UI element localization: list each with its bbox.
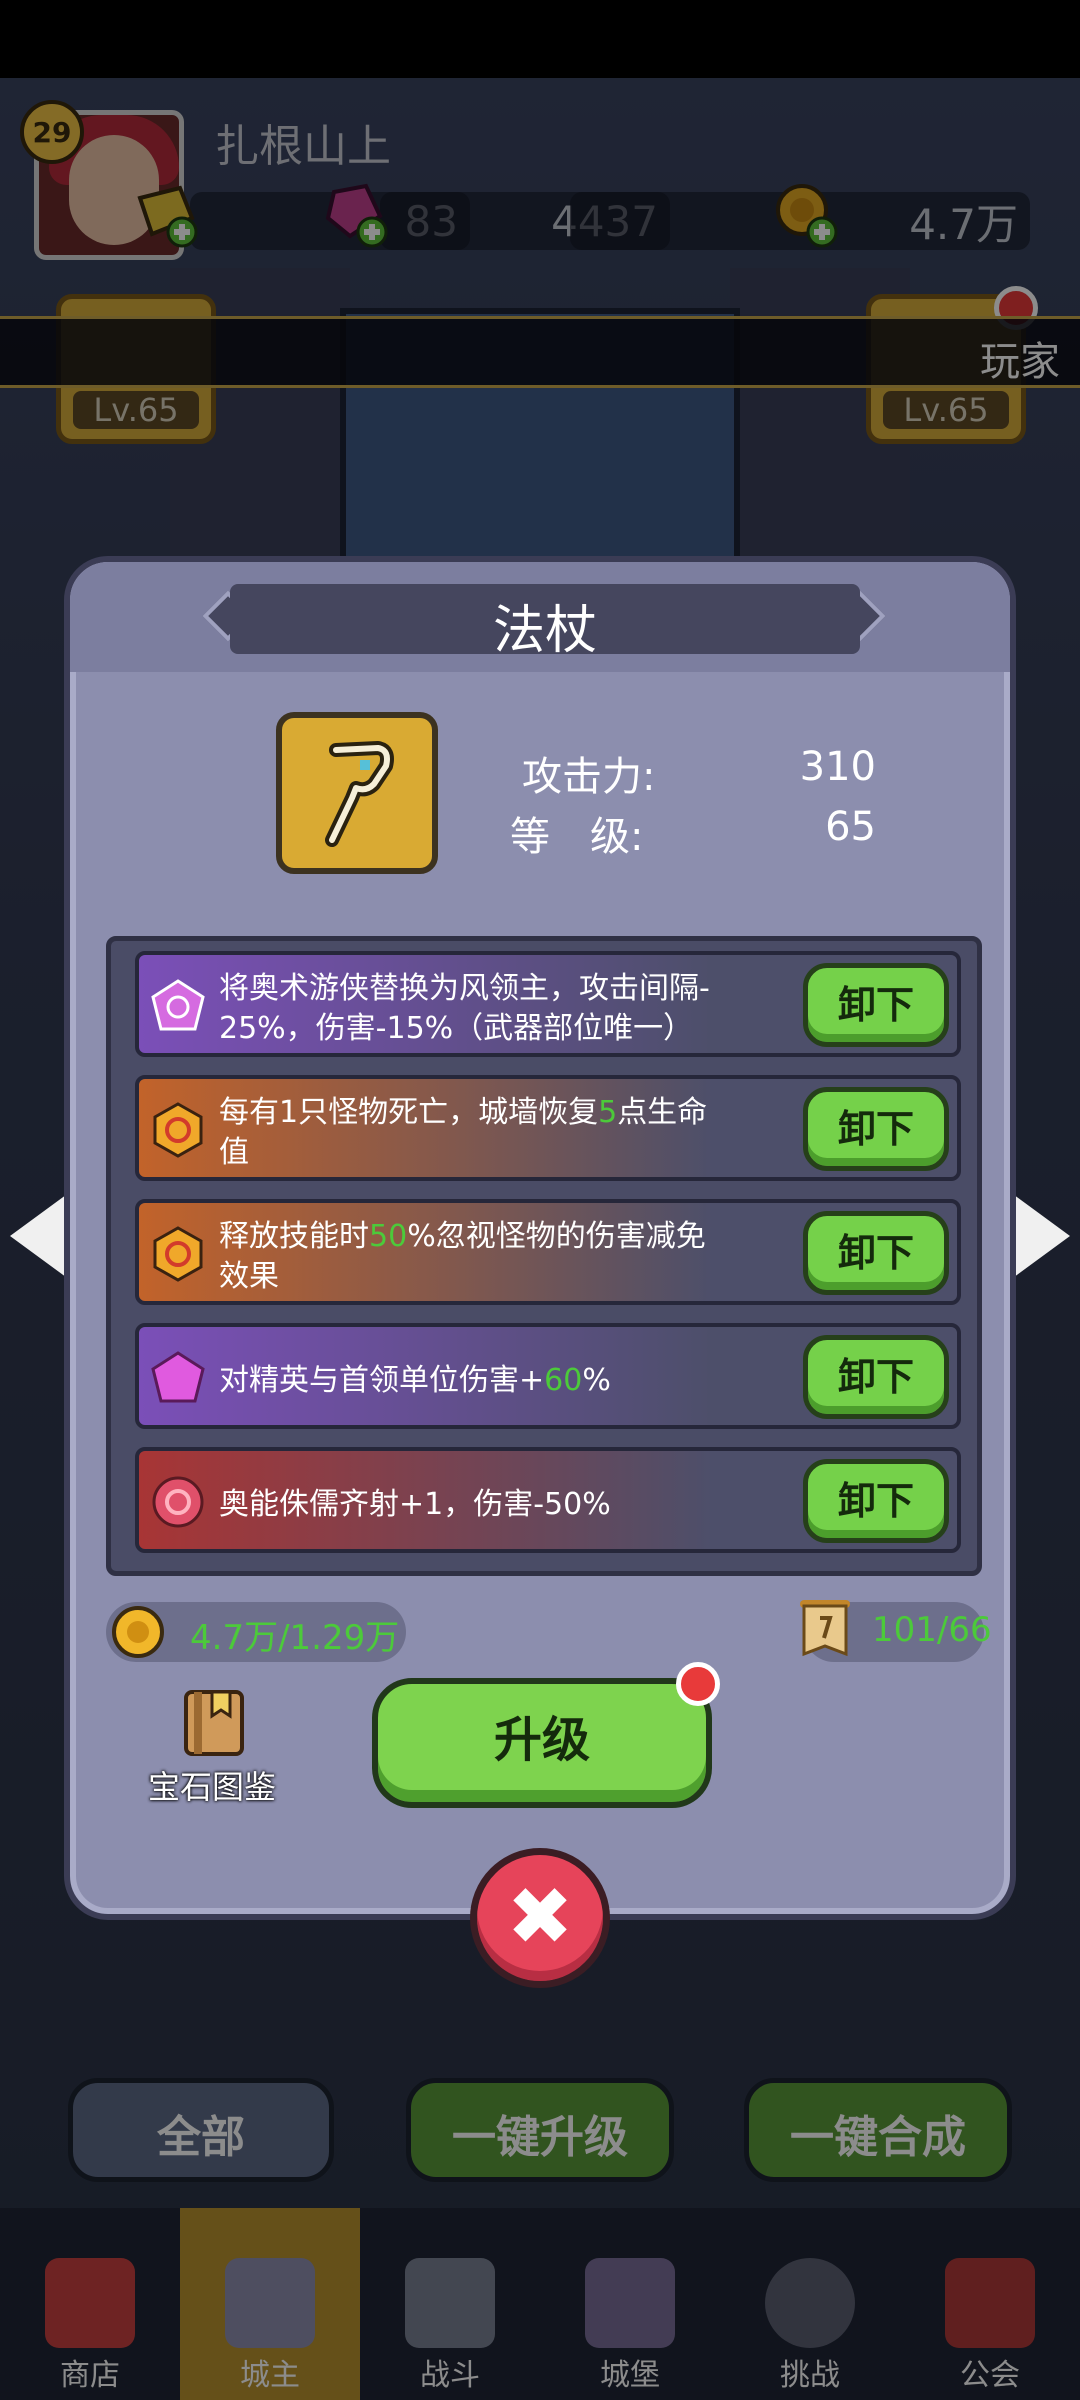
purple-pentagon-gem-icon bbox=[151, 979, 205, 1031]
level-label: 等 级: bbox=[510, 814, 644, 860]
attack-value: 310 bbox=[799, 744, 876, 790]
gem-slot-4-description: 对精英与首领单位伤害+60% bbox=[219, 1341, 779, 1401]
gem-slot-3: 释放技能时50%忽视怪物的伤害减免 效果 卸下 bbox=[135, 1199, 961, 1305]
gem-slot-3-highlight: 50 bbox=[369, 1219, 408, 1254]
gem-slot-4-suffix: % bbox=[582, 1363, 611, 1398]
gem-slot-1-line1: 将奥术游侠替换为风领主，攻击间隔- bbox=[219, 971, 710, 1006]
gold-cost-value: 4.7万/1.29万 bbox=[190, 1618, 400, 1658]
gem-slot-1-line2: 25%，伤害-15%（武器部位唯一） bbox=[219, 1011, 694, 1046]
gem-slot-1-description: 将奥术游侠替换为风领主，攻击间隔- 25%，伤害-15%（武器部位唯一） bbox=[219, 969, 779, 1049]
modal-title-bar: 法杖 bbox=[70, 562, 1010, 672]
next-arrow-icon[interactable] bbox=[1010, 1192, 1070, 1280]
attack-label: 攻击力: bbox=[522, 754, 656, 800]
gem-slot-3-suffix: %忽视怪物的伤害减免 bbox=[407, 1219, 706, 1254]
gem-slot-3-description: 释放技能时50%忽视怪物的伤害减免 效果 bbox=[219, 1217, 779, 1297]
gem-slot-1-unequip-button[interactable]: 卸下 bbox=[803, 963, 949, 1047]
gem-slot-2-suffix: 点生命 bbox=[617, 1095, 708, 1130]
equipment-detail-modal: 法杖 攻击力: 310 等 级: 65 将奥术游侠替换为风领主，攻击间隔- 25… bbox=[64, 556, 1016, 1920]
gem-atlas-button[interactable]: 宝石图鉴 bbox=[142, 1686, 282, 1806]
gem-slot-3-prefix: 释放技能时 bbox=[219, 1219, 369, 1254]
gem-slot-2-highlight: 5 bbox=[598, 1095, 618, 1130]
gem-slot-panel: 将奥术游侠替换为风领主，攻击间隔- 25%，伤害-15%（武器部位唯一） 卸下 … bbox=[106, 936, 982, 1576]
gem-slot-5: 奥能侏儒齐射+1，伤害-50% 卸下 bbox=[135, 1447, 961, 1553]
gem-slot-4-prefix: 对精英与首领单位伤害+ bbox=[219, 1363, 545, 1398]
status-bar bbox=[0, 0, 1080, 78]
gem-slot-4-unequip-button[interactable]: 卸下 bbox=[803, 1335, 949, 1419]
gem-slot-3-line1: 释放技能时50%忽视怪物的伤害减免 bbox=[219, 1217, 779, 1257]
gold-cost-pill: 4.7万/1.29万 bbox=[106, 1602, 406, 1662]
gem-slot-2-description: 每有1只怪物死亡，城墙恢复5点生命 值 bbox=[219, 1093, 779, 1173]
book-icon bbox=[184, 1690, 244, 1756]
gem-slot-2-unequip-button[interactable]: 卸下 bbox=[803, 1087, 949, 1171]
modal-title: 法杖 bbox=[492, 601, 597, 661]
title-plate: 法杖 bbox=[230, 584, 860, 661]
previous-arrow-icon[interactable] bbox=[10, 1192, 70, 1280]
gem-slot-2-line1: 每有1只怪物死亡，城墙恢复5点生命 bbox=[219, 1093, 779, 1133]
upgrade-button[interactable]: 升级 bbox=[372, 1678, 712, 1808]
scroll-cost-pill: 101/66 bbox=[800, 1600, 992, 1662]
gem-atlas-label: 宝石图鉴 bbox=[147, 1768, 276, 1806]
gem-slot-3-line2: 效果 bbox=[219, 1259, 279, 1294]
gem-slot-5-description: 奥能侏儒齐射+1，伤害-50% bbox=[219, 1465, 779, 1525]
staff-scroll-icon bbox=[800, 1600, 850, 1657]
scroll-cost-value: 101/66 bbox=[872, 1610, 992, 1650]
gem-slot-2-line2: 值 bbox=[219, 1135, 249, 1170]
gem-slot-5-unequip-button[interactable]: 卸下 bbox=[803, 1459, 949, 1543]
gem-slot-2-prefix: 每有1只怪物死亡，城墙恢复 bbox=[219, 1095, 599, 1130]
coin-icon bbox=[112, 1606, 164, 1658]
purple-pentagon-gem-icon bbox=[151, 1351, 205, 1403]
level-value: 65 bbox=[825, 804, 876, 850]
orange-hexagon-gem-icon bbox=[153, 1226, 203, 1282]
gem-slot-5-line1: 奥能侏儒齐射+1，伤害-50% bbox=[219, 1487, 611, 1522]
close-button[interactable]: ✖ bbox=[470, 1848, 610, 1988]
staff-icon bbox=[325, 741, 394, 847]
upgrade-notification-dot bbox=[676, 1662, 720, 1706]
gem-slot-4: 对精英与首领单位伤害+60% 卸下 bbox=[135, 1323, 961, 1429]
gem-slot-4-line1: 对精英与首领单位伤害+60% bbox=[219, 1341, 779, 1401]
red-round-gem-icon bbox=[152, 1476, 204, 1528]
gem-slot-3-unequip-button[interactable]: 卸下 bbox=[803, 1211, 949, 1295]
gem-slot-2: 每有1只怪物死亡，城墙恢复5点生命 值 卸下 bbox=[135, 1075, 961, 1181]
gem-slot-4-highlight: 60 bbox=[544, 1363, 583, 1398]
orange-hexagon-gem-icon bbox=[153, 1102, 203, 1158]
staff-item-frame bbox=[276, 712, 438, 874]
gem-slot-1: 将奥术游侠替换为风领主，攻击间隔- 25%，伤害-15%（武器部位唯一） 卸下 bbox=[135, 951, 961, 1057]
